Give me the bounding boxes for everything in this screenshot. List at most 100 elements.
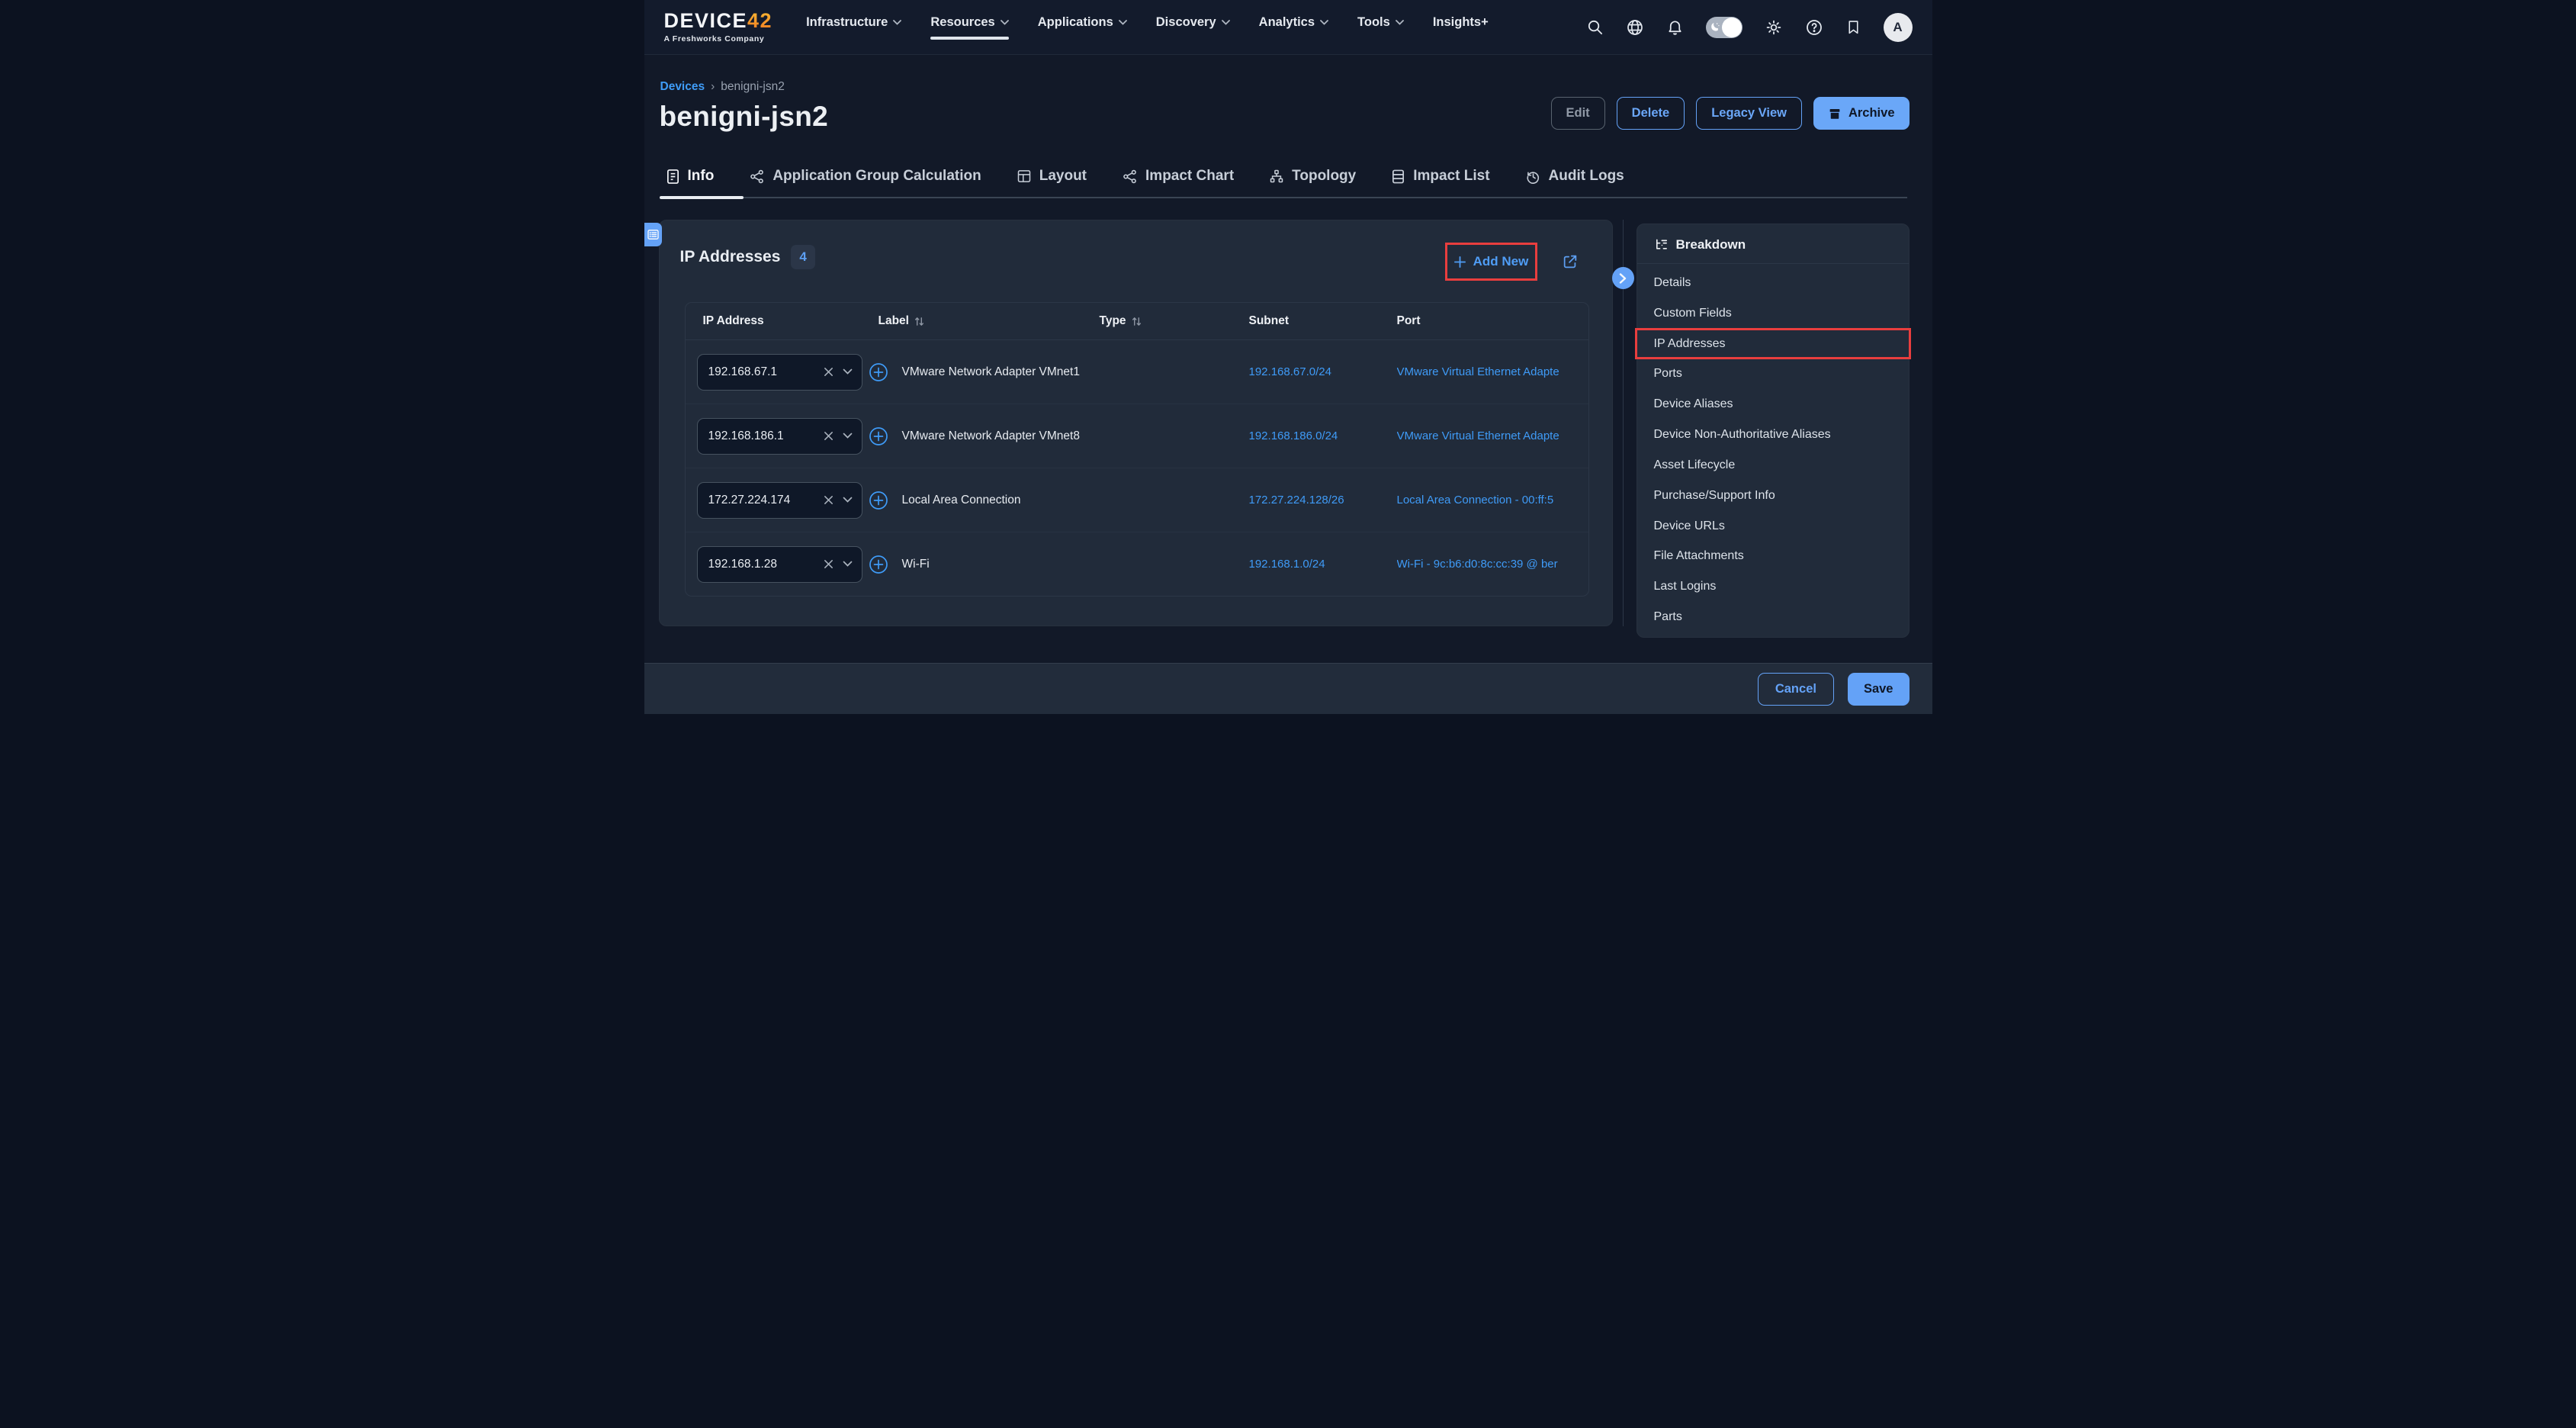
menu-item-insights[interactable]: Insights+ <box>1433 15 1489 40</box>
history-icon <box>1525 169 1541 185</box>
archive-button[interactable]: Archive <box>1813 97 1910 130</box>
menu-item-tools[interactable]: Tools <box>1357 15 1404 40</box>
menu-item-resources[interactable]: Resources <box>930 15 1008 40</box>
ip-label: VMware Network Adapter VMnet1 <box>902 365 1080 379</box>
bell-icon[interactable] <box>1666 18 1684 36</box>
breadcrumb: Devices › benigni-jsn2 <box>660 80 785 94</box>
subnet-link[interactable]: 172.27.224.128/26 <box>1249 494 1344 507</box>
port-link[interactable]: VMware Virtual Ethernet Adapte <box>1397 365 1559 378</box>
breakdown-item-device-aliases[interactable]: Device Aliases <box>1637 389 1909 420</box>
breakdown-item-last-logins[interactable]: Last Logins <box>1637 571 1909 602</box>
column-header-label[interactable]: Label <box>878 314 1100 328</box>
ip-address-input[interactable]: 192.168.67.1 <box>697 354 862 391</box>
sort-icon[interactable] <box>1132 316 1142 327</box>
chevron-down-icon <box>1320 20 1328 25</box>
ip-table-row: 172.27.224.174 Local Area Connection 172… <box>686 468 1588 532</box>
ip-address-input[interactable]: 192.168.186.1 <box>697 418 862 455</box>
breakdown-item-parts[interactable]: Parts <box>1637 602 1909 632</box>
list-icon <box>647 230 659 240</box>
cancel-button[interactable]: Cancel <box>1758 673 1834 706</box>
ip-address-input[interactable]: 172.27.224.174 <box>697 482 862 519</box>
edit-button[interactable]: Edit <box>1551 97 1605 130</box>
save-bar: Cancel Save <box>644 663 1932 714</box>
clear-icon[interactable] <box>823 558 834 570</box>
flyout-list-button[interactable] <box>644 223 662 246</box>
port-link[interactable]: Wi-Fi - 9c:b6:d0:8c:cc:39 @ ber <box>1397 558 1558 571</box>
moon-icon <box>1710 21 1720 33</box>
menu-item-analytics[interactable]: Analytics <box>1259 15 1328 40</box>
chevron-down-icon[interactable] <box>843 368 853 375</box>
ip-address-input[interactable]: 192.168.1.28 <box>697 546 862 583</box>
network-icon <box>749 169 765 185</box>
breadcrumb-devices-link[interactable]: Devices <box>660 80 705 94</box>
breakdown-item-device-urls[interactable]: Device URLs <box>1637 511 1909 542</box>
ip-table-row: 192.168.1.28 Wi-Fi 192.168.1.0/24 Wi-Fi … <box>686 532 1588 596</box>
breakdown-item-custom-fields[interactable]: Custom Fields <box>1637 298 1909 329</box>
theme-toggle[interactable] <box>1706 17 1742 38</box>
breakdown-item-asset-lifecycle[interactable]: Asset Lifecycle <box>1637 450 1909 481</box>
chevron-down-icon[interactable] <box>843 497 853 503</box>
breakdown-item-ip-addresses[interactable]: IP Addresses <box>1637 329 1909 359</box>
breakdown-item-device-non-authoritative-aliases[interactable]: Device Non-Authoritative Aliases <box>1637 420 1909 450</box>
tab-application-group-calculation[interactable]: Application Group Calculation <box>749 168 981 185</box>
section-title: IP Addresses <box>680 248 781 266</box>
add-circle-icon[interactable] <box>868 362 889 383</box>
sort-icon[interactable] <box>914 316 924 327</box>
breakdown-item-purchase-support-info[interactable]: Purchase/Support Info <box>1637 481 1909 511</box>
menu-item-infrastructure[interactable]: Infrastructure <box>806 15 901 40</box>
search-icon[interactable] <box>1586 18 1604 36</box>
chevron-down-icon[interactable] <box>843 433 853 439</box>
tab-topology[interactable]: Topology <box>1269 168 1356 185</box>
menu-item-applications[interactable]: Applications <box>1038 15 1127 40</box>
layout-icon <box>1017 169 1032 184</box>
column-header-port: Port <box>1397 314 1588 328</box>
chevron-down-icon <box>1119 20 1127 25</box>
clear-icon[interactable] <box>823 366 834 378</box>
tab-audit-logs[interactable]: Audit Logs <box>1525 168 1624 185</box>
clear-icon[interactable] <box>823 494 834 506</box>
port-link[interactable]: VMware Virtual Ethernet Adapte <box>1397 429 1559 442</box>
menu-label: Resources <box>930 15 994 30</box>
avatar-letter: A <box>1893 20 1902 35</box>
add-circle-icon[interactable] <box>868 426 889 447</box>
add-circle-icon[interactable] <box>868 490 889 511</box>
subnet-link[interactable]: 192.168.1.0/24 <box>1249 558 1325 571</box>
chevron-down-icon <box>893 20 901 25</box>
ip-table-header: IP Address Label Type Subnet Port <box>686 303 1588 340</box>
navbar-icons: A <box>1586 13 1913 42</box>
collapse-panel-button[interactable] <box>1612 267 1634 289</box>
breakdown-item-ports[interactable]: Ports <box>1637 359 1909 389</box>
ip-table: IP Address Label Type Subnet Port 192.16… <box>685 302 1589 597</box>
clear-icon[interactable] <box>823 430 834 442</box>
topology-icon <box>1269 169 1284 184</box>
tab-info[interactable]: Info <box>666 168 715 185</box>
port-link[interactable]: Local Area Connection - 00:ff:5 <box>1397 494 1554 507</box>
globe-icon[interactable] <box>1626 18 1644 37</box>
delete-button[interactable]: Delete <box>1617 97 1685 130</box>
tab-layout[interactable]: Layout <box>1017 168 1087 185</box>
tab-impact-list[interactable]: Impact List <box>1391 168 1489 185</box>
save-button[interactable]: Save <box>1848 673 1910 706</box>
menu-item-discovery[interactable]: Discovery <box>1156 15 1230 40</box>
tab-impact-chart[interactable]: Impact Chart <box>1122 168 1234 185</box>
top-navbar: DEVICE 42 A Freshworks Company Infrastru… <box>644 0 1932 55</box>
help-icon[interactable] <box>1805 18 1823 37</box>
breakdown-item-file-attachments[interactable]: File Attachments <box>1637 541 1909 571</box>
chevron-down-icon <box>1001 20 1009 25</box>
menu-label: Insights+ <box>1433 15 1489 30</box>
device42-logo[interactable]: DEVICE 42 A Freshworks Company <box>664 11 773 43</box>
column-header-type[interactable]: Type <box>1100 314 1249 328</box>
chevron-down-icon[interactable] <box>843 561 853 568</box>
avatar[interactable]: A <box>1884 13 1913 42</box>
gear-icon[interactable] <box>1765 18 1783 37</box>
add-new-button[interactable]: Add New <box>1453 254 1529 269</box>
legacy-view-button[interactable]: Legacy View <box>1696 97 1802 130</box>
add-circle-icon[interactable] <box>868 554 889 575</box>
external-link-icon[interactable] <box>1562 253 1579 270</box>
subnet-link[interactable]: 192.168.186.0/24 <box>1249 429 1338 442</box>
subnet-link[interactable]: 192.168.67.0/24 <box>1249 365 1331 378</box>
breakdown-list: Details Custom Fields IP Addresses Ports… <box>1637 264 1909 637</box>
rows-icon <box>1391 169 1405 185</box>
bookmark-icon[interactable] <box>1845 18 1861 36</box>
breakdown-item-details[interactable]: Details <box>1637 268 1909 298</box>
